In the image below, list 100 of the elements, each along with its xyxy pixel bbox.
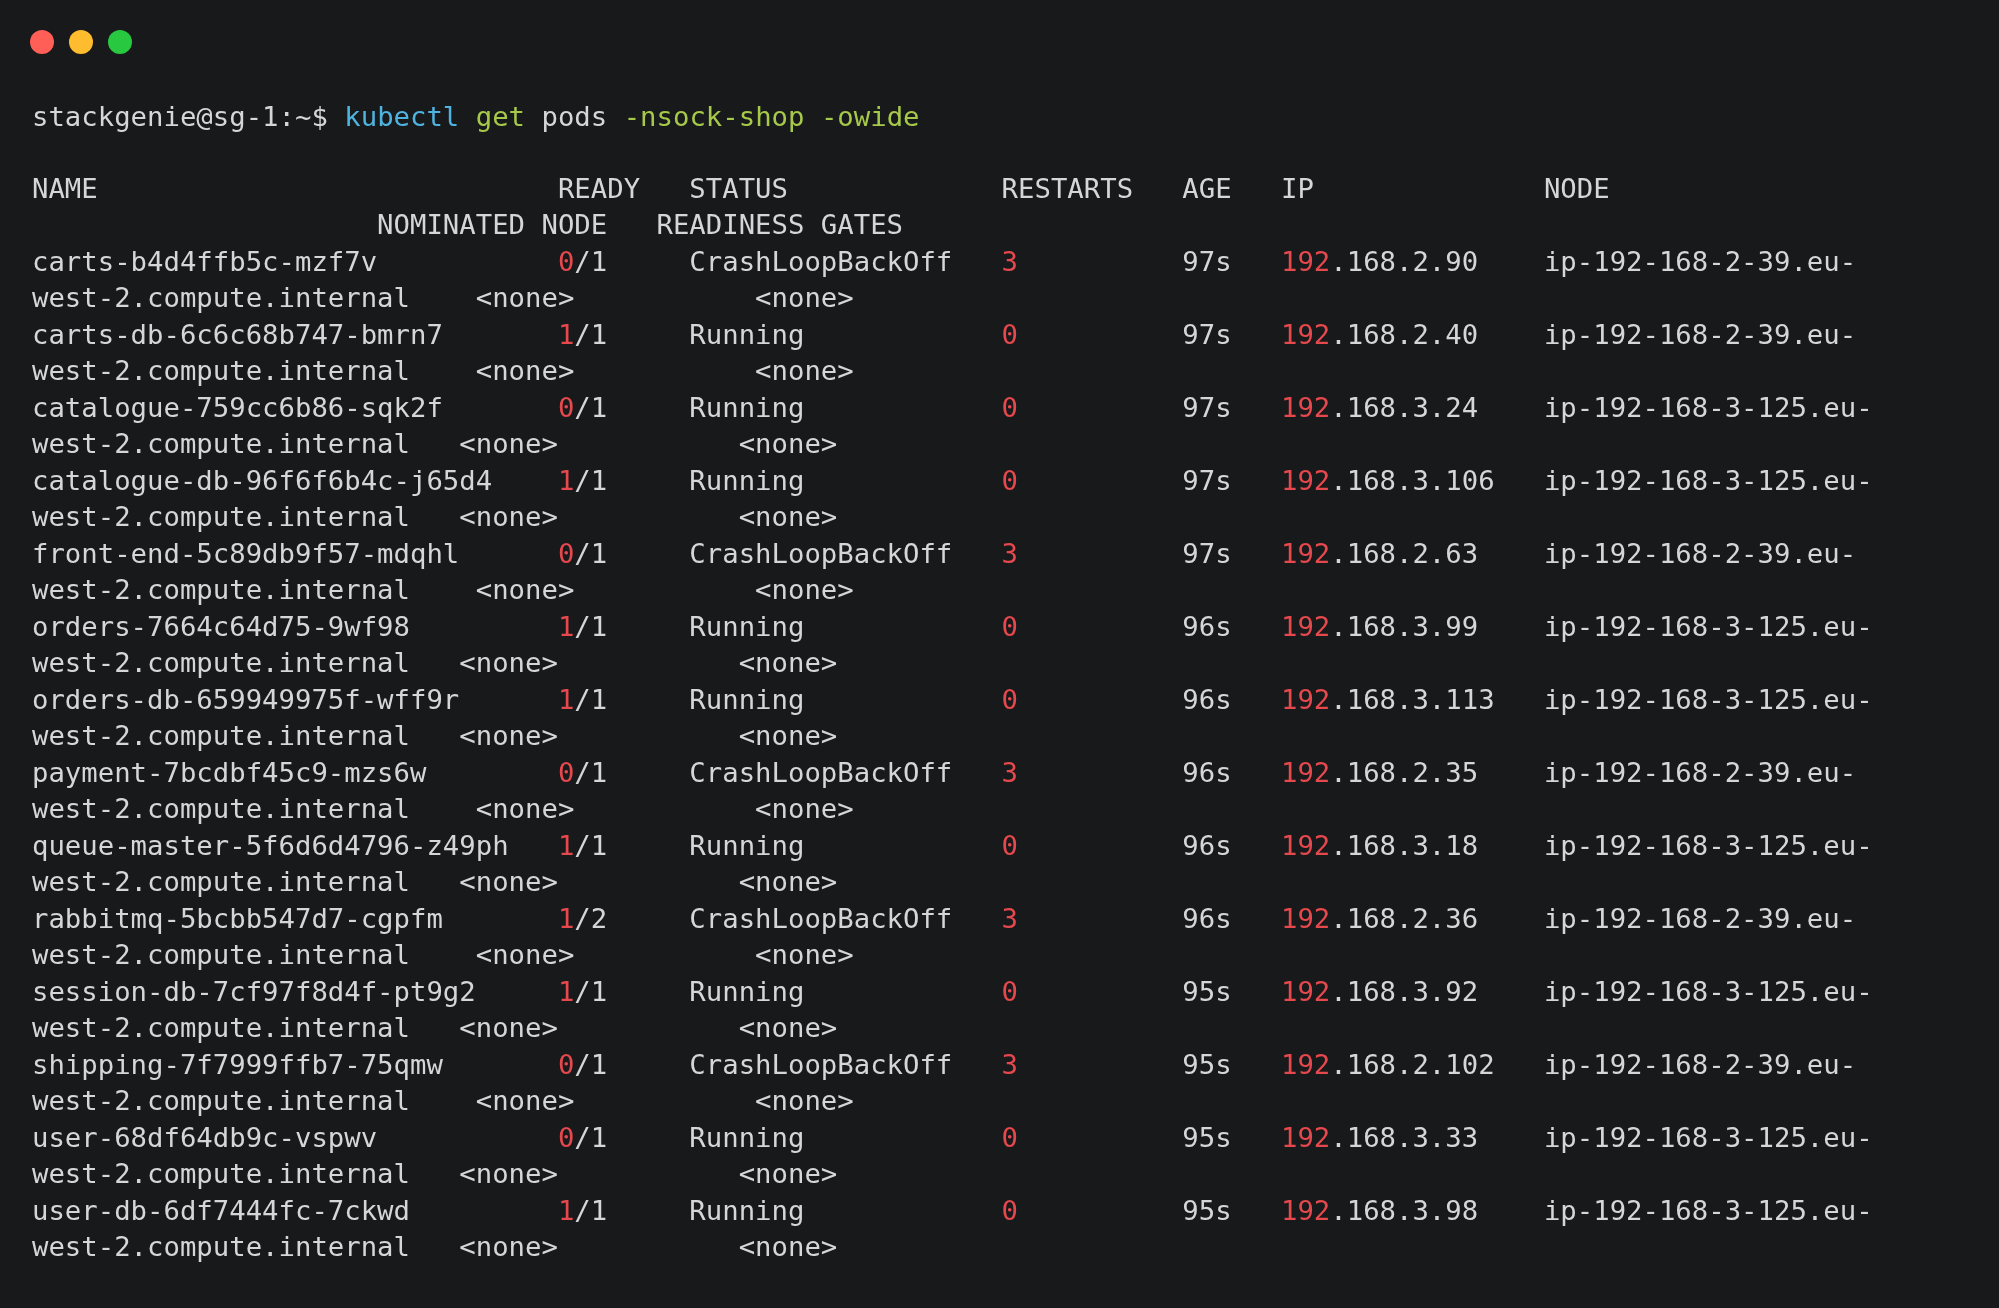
column-header: RESTARTS	[1001, 172, 1134, 204]
nominated-node-text: <none>	[475, 574, 575, 605]
pod-ip: 192.168.3.18	[1280, 829, 1479, 861]
ready-count: 0/1	[557, 537, 608, 569]
pod-age: 96s	[1182, 902, 1232, 934]
pod-ip: 192.168.2.63	[1280, 537, 1479, 569]
column-header: STATUS	[689, 172, 788, 204]
pod-name: rabbitmq-5bcbb547d7-cgpfm	[32, 902, 443, 934]
nominated-node-text: <none>	[475, 1085, 575, 1116]
ready-count: 1/2	[557, 902, 608, 934]
restart-count: 3	[1001, 245, 1019, 277]
readiness-gates: <none>	[738, 720, 838, 751]
node-name: ip-192-168-3-125.eu-	[1543, 975, 1873, 1007]
readiness-gates: <none>	[738, 501, 838, 532]
nominated-node-text: <none>	[459, 1012, 558, 1043]
nominated-node-text: <none>	[459, 647, 558, 678]
command-token: pods	[541, 100, 608, 134]
pod-ip: 192.168.2.90	[1280, 245, 1479, 277]
column-header: READINESS GATES	[656, 209, 903, 240]
pod-name: user-db-6df7444fc-7ckwd	[32, 1194, 410, 1226]
pod-age: 95s	[1182, 1121, 1232, 1153]
ready-count: 0/1	[557, 1048, 608, 1080]
nominated-node-text: <none>	[459, 720, 558, 751]
pod-name: catalogue-db-96f6f6b4c-j65d4	[32, 464, 493, 496]
restart-count: 3	[1001, 1048, 1019, 1080]
restart-count: 0	[1001, 391, 1019, 423]
readiness-gates: <none>	[738, 1231, 838, 1262]
node-name-continued: west-2.compute.internal	[32, 355, 410, 386]
node-name-continued: west-2.compute.internal	[32, 720, 410, 751]
window-control-dot[interactable]	[108, 30, 132, 54]
pod-status: CrashLoopBackOff	[689, 537, 953, 569]
pod-ip: 192.168.3.92	[1280, 975, 1479, 1007]
ready-count: 1/1	[557, 464, 608, 496]
readiness-gates: <none>	[755, 1085, 854, 1116]
pod-name: session-db-7cf97f8d4f-pt9g2	[32, 975, 476, 1007]
node-name-continued: west-2.compute.internal	[32, 793, 410, 824]
nominated-node-text: <none>	[459, 501, 558, 532]
pod-status: Running	[689, 975, 805, 1007]
node-name-continued: west-2.compute.internal	[32, 282, 410, 313]
node-name-continued: west-2.compute.internal	[32, 574, 410, 605]
node-name-continued: west-2.compute.internal	[32, 1085, 410, 1116]
pod-ip: 192.168.3.106	[1280, 464, 1495, 496]
restart-count: 3	[1001, 756, 1019, 788]
readiness-gates: <none>	[738, 428, 838, 459]
column-header: READY	[557, 172, 641, 204]
pod-age: 97s	[1182, 245, 1232, 277]
pod-age: 95s	[1182, 1048, 1232, 1080]
column-header: IP	[1280, 172, 1314, 204]
pod-age: 97s	[1182, 464, 1232, 496]
window-control-dot[interactable]	[69, 30, 93, 54]
command-token: kubectl	[344, 100, 460, 134]
restart-count: 3	[1001, 537, 1019, 569]
node-name: ip-192-168-3-125.eu-	[1543, 391, 1873, 423]
pod-status: Running	[689, 683, 805, 715]
readiness-gates: <none>	[738, 647, 838, 678]
pod-status: CrashLoopBackOff	[689, 245, 953, 277]
ready-count: 0/1	[557, 1121, 608, 1153]
pod-name: carts-db-6c6c68b747-bmrn7	[32, 318, 443, 350]
nominated-node-text: <none>	[475, 793, 575, 824]
command-token: -owide	[820, 100, 920, 134]
pod-name: orders-db-659949975f-wff9r	[32, 683, 460, 715]
node-name: ip-192-168-2-39.eu-	[1543, 245, 1857, 277]
node-name-continued: west-2.compute.internal	[32, 428, 410, 459]
nominated-node-text: <none>	[475, 939, 575, 970]
pod-ip: 192.168.3.98	[1280, 1194, 1479, 1226]
pod-name: orders-7664c64d75-9wf98	[32, 610, 410, 642]
pod-age: 95s	[1182, 1194, 1232, 1226]
node-name: ip-192-168-2-39.eu-	[1543, 756, 1857, 788]
pod-age: 96s	[1182, 829, 1232, 861]
window-control-dot[interactable]	[30, 30, 54, 54]
nominated-node-text: <none>	[459, 428, 558, 459]
pod-age: 97s	[1182, 537, 1232, 569]
node-name: ip-192-168-3-125.eu-	[1543, 829, 1873, 861]
node-name-continued: west-2.compute.internal	[32, 501, 410, 532]
node-name-continued: west-2.compute.internal	[32, 939, 410, 970]
pod-ip: 192.168.2.102	[1280, 1048, 1495, 1080]
pod-status: Running	[689, 318, 805, 350]
column-header: AGE	[1182, 172, 1232, 204]
pod-ip: 192.168.3.113	[1280, 683, 1495, 715]
pod-status: CrashLoopBackOff	[689, 902, 953, 934]
pod-name: catalogue-759cc6b86-sqk2f	[32, 391, 443, 423]
node-name-continued: west-2.compute.internal	[32, 1012, 410, 1043]
readiness-gates: <none>	[738, 1012, 838, 1043]
pod-name: carts-b4d4ffb5c-mzf7v	[32, 245, 378, 277]
pod-status: Running	[689, 829, 805, 861]
node-name: ip-192-168-2-39.eu-	[1543, 318, 1857, 350]
pod-name: payment-7bcdbf45c9-mzs6w	[32, 756, 427, 788]
command-token: get	[475, 100, 526, 134]
pod-age: 97s	[1182, 391, 1232, 423]
pod-status: Running	[689, 1194, 805, 1226]
column-header: NAME	[32, 172, 98, 204]
pod-age: 96s	[1182, 610, 1232, 642]
readiness-gates: <none>	[738, 1158, 838, 1189]
restart-count: 3	[1001, 902, 1019, 934]
readiness-gates: <none>	[755, 939, 854, 970]
ready-count: 1/1	[557, 610, 608, 642]
ready-count: 0/1	[557, 756, 608, 788]
pod-age: 95s	[1182, 975, 1232, 1007]
readiness-gates: <none>	[755, 355, 854, 386]
pod-ip: 192.168.3.33	[1280, 1121, 1479, 1153]
